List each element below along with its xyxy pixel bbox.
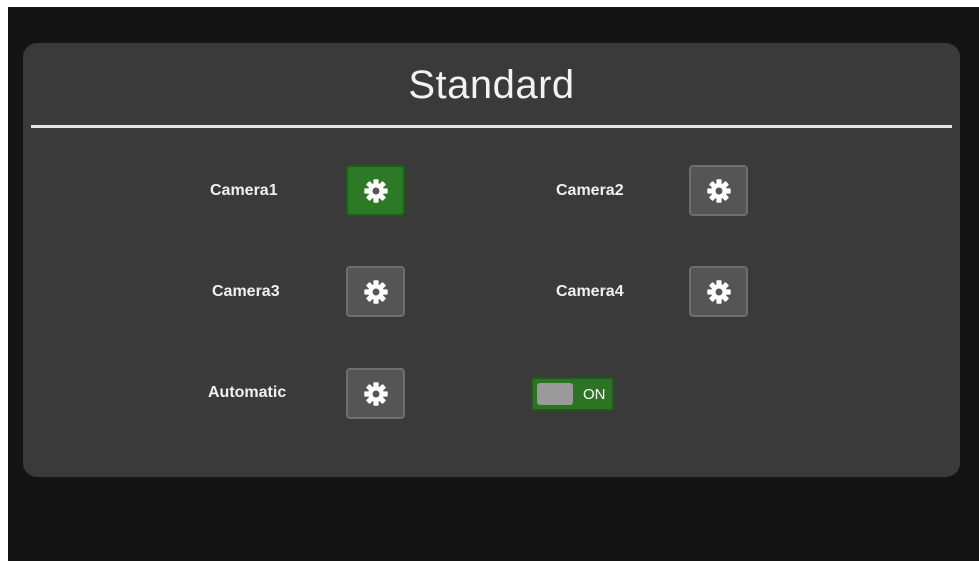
camera2-label: Camera2 <box>556 182 624 199</box>
gear-icon <box>363 178 389 204</box>
screen: Standard Camera1 Camera2 Camera3 Camera4… <box>8 7 979 561</box>
camera4-label: Camera4 <box>556 283 624 300</box>
settings-panel: Standard Camera1 Camera2 Camera3 Camera4… <box>23 43 960 477</box>
automatic-toggle[interactable]: ON <box>531 377 614 411</box>
gear-icon <box>706 178 732 204</box>
camera4-settings-button[interactable] <box>689 266 748 317</box>
gear-icon <box>363 279 389 305</box>
camera3-settings-button[interactable] <box>346 266 405 317</box>
toggle-knob[interactable] <box>537 383 573 405</box>
camera2-settings-button[interactable] <box>689 165 748 216</box>
camera1-label: Camera1 <box>210 182 278 199</box>
title-divider <box>31 125 952 128</box>
camera1-settings-button[interactable] <box>346 165 405 216</box>
gear-icon <box>706 279 732 305</box>
camera3-label: Camera3 <box>212 283 280 300</box>
page-title: Standard <box>408 63 575 107</box>
gear-icon <box>363 381 389 407</box>
toggle-state-label: ON <box>583 386 606 403</box>
automatic-label: Automatic <box>208 384 287 401</box>
automatic-settings-button[interactable] <box>346 368 405 419</box>
